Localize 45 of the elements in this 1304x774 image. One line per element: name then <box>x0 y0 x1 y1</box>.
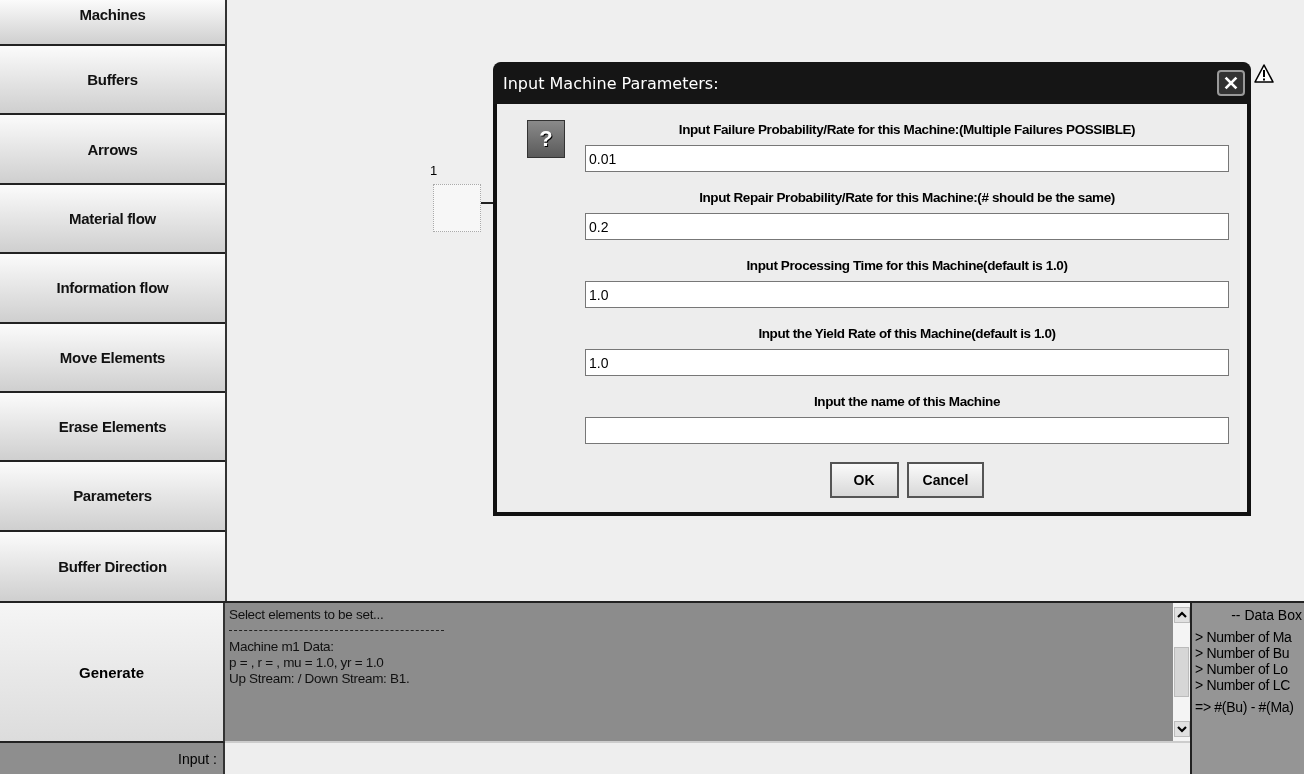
close-button[interactable] <box>1217 70 1245 96</box>
log-line: p = , r = , mu = 1.0, yr = 1.0 <box>229 655 385 671</box>
dialog-button[interactable]: OK <box>829 462 899 498</box>
scroll-down-icon[interactable] <box>1173 721 1190 737</box>
data-box-line: > Number of Bu <box>1195 645 1291 661</box>
scroll-thumb[interactable] <box>1174 647 1189 697</box>
sidebar-button[interactable]: Material flow <box>0 184 225 255</box>
field-label: Input Repair Probability/Rate for this Machine:(# should be the same) <box>698 189 1116 207</box>
scrollbar[interactable] <box>1173 603 1190 743</box>
warning-icon <box>1254 64 1274 84</box>
dialog-button[interactable]: Cancel <box>906 462 985 498</box>
sidebar-button[interactable]: Information flow <box>0 254 225 324</box>
machine-node[interactable] <box>433 184 481 232</box>
input-field[interactable]: 0.01 <box>585 145 1229 172</box>
field-label: Input the Yield Rate of this Machine(default is 1.0) <box>757 325 1057 343</box>
sidebar-button[interactable]: Buffer Direction <box>0 531 225 601</box>
field-label: Input Processing Time for this Machine(default is 1.0) <box>745 257 1069 275</box>
data-box-line: > Number of Lo <box>1195 661 1289 677</box>
input-field[interactable]: 1.0 <box>585 349 1229 376</box>
dialog-title: Input Machine Parameters: <box>503 73 719 93</box>
input-field[interactable] <box>585 417 1229 444</box>
machine-label: 1 <box>430 163 438 178</box>
close-icon[interactable] <box>1222 74 1240 92</box>
field-label: Input Failure Probability/Rate for this Machine:(Multiple Failures POSSIBLE) <box>677 121 1137 139</box>
log-line: Select elements to be set... <box>229 607 385 623</box>
field-label: Input the name of this Machine <box>813 393 1001 411</box>
log-line: Up Stream: / Down Stream: B1. <box>229 671 411 687</box>
data-box-line: > Number of Ma <box>1195 629 1293 645</box>
question-icon: ? <box>527 120 565 158</box>
data-box-line: > Number of LC <box>1195 677 1291 693</box>
sidebar-button[interactable]: Parameters <box>0 462 225 532</box>
data-box-line: => #(Bu) - #(Ma) <box>1195 699 1295 715</box>
sidebar-button[interactable]: Move Elements <box>0 323 225 393</box>
input-label: Input : <box>0 743 225 774</box>
sidebar-button[interactable]: Arrows <box>0 115 225 185</box>
sidebar-button[interactable]: Machines <box>0 0 225 46</box>
input-field[interactable]: 0.2 <box>585 213 1229 240</box>
sidebar-button[interactable]: Erase Elements <box>0 392 225 463</box>
connector-line <box>481 202 493 204</box>
data-box-title: -- Data Box <box>1230 607 1303 623</box>
sidebar-button[interactable]: Buffers <box>0 46 225 116</box>
scroll-up-icon[interactable] <box>1173 607 1190 623</box>
log-line: Machine m1 Data: <box>229 639 335 655</box>
input-field[interactable]: 1.0 <box>585 281 1229 308</box>
generate-button[interactable]: Generate <box>0 603 225 743</box>
